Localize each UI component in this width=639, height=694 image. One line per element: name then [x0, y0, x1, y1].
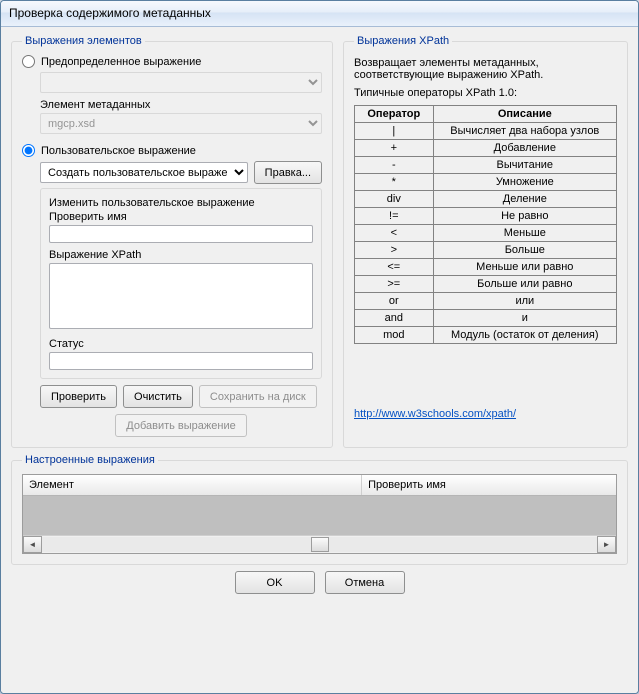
scroll-right-button[interactable]: ►: [597, 536, 616, 553]
desc-cell: Вычисляет два набора узлов: [433, 123, 616, 140]
xpath-label: Выражение XPath: [49, 249, 313, 261]
op-cell: +: [355, 140, 434, 157]
table-row: >=Больше или равно: [355, 276, 617, 293]
xpath-expressions-legend: Выражения XPath: [354, 35, 452, 47]
element-expressions-legend: Выражения элементов: [22, 35, 145, 47]
table-row: divДеление: [355, 191, 617, 208]
table-row: <Меньше: [355, 225, 617, 242]
op-cell: -: [355, 157, 434, 174]
configured-list[interactable]: Элемент Проверить имя ◄ ►: [22, 474, 617, 554]
table-row: *Умножение: [355, 174, 617, 191]
scroll-track[interactable]: [42, 537, 597, 552]
op-cell: >=: [355, 276, 434, 293]
table-row: orили: [355, 293, 617, 310]
add-row: Добавить выражение: [40, 414, 322, 437]
horizontal-scrollbar[interactable]: ◄ ►: [23, 535, 616, 553]
desc-cell: или: [433, 293, 616, 310]
desc-cell: Не равно: [433, 208, 616, 225]
predefined-radio[interactable]: [22, 55, 35, 68]
predefined-select: [40, 72, 322, 93]
op-cell: *: [355, 174, 434, 191]
desc-cell: Меньше: [433, 225, 616, 242]
edit-custom-legend: Изменить пользовательское выражение: [49, 197, 313, 209]
custom-label: Пользовательское выражение: [41, 145, 196, 157]
desc-cell: Больше или равно: [433, 276, 616, 293]
window-title: Проверка содержимого метаданных: [9, 6, 211, 20]
col-check-name[interactable]: Проверить имя: [362, 475, 616, 495]
table-row: <=Меньше или равно: [355, 259, 617, 276]
configured-expressions-group: Настроенные выражения Элемент Проверить …: [11, 454, 628, 565]
table-row: >Больше: [355, 242, 617, 259]
scroll-thumb[interactable]: [311, 537, 329, 552]
xpath-ops-caption: Типичные операторы XPath 1.0:: [354, 87, 617, 99]
desc-cell: Больше: [433, 242, 616, 259]
configured-header: Элемент Проверить имя: [23, 475, 616, 496]
op-cell: and: [355, 310, 434, 327]
desc-cell: Умножение: [433, 174, 616, 191]
xpath-expressions-group: Выражения XPath Возвращает элементы мета…: [343, 35, 628, 448]
verify-row: Проверить Очистить Сохранить на диск: [40, 385, 322, 408]
dialog-footer: OK Отмена: [11, 571, 628, 594]
desc-cell: Вычитание: [433, 157, 616, 174]
status-input[interactable]: [49, 352, 313, 370]
xpath-description: Возвращает элементы метаданных, соответс…: [354, 57, 617, 81]
scroll-left-button[interactable]: ◄: [23, 536, 42, 553]
w3schools-link[interactable]: http://www.w3schools.com/xpath/: [354, 408, 516, 420]
table-row: -Вычитание: [355, 157, 617, 174]
clear-button[interactable]: Очистить: [123, 385, 193, 408]
metadata-element-select: mgcp.xsd: [40, 113, 322, 134]
check-name-label: Проверить имя: [49, 211, 313, 223]
desc-cell: Деление: [433, 191, 616, 208]
op-cell: |: [355, 123, 434, 140]
check-name-input[interactable]: [49, 225, 313, 243]
table-row: !=Не равно: [355, 208, 617, 225]
operators-table: Оператор Описание |Вычисляет два набора …: [354, 105, 617, 344]
metadata-element-label: Элемент метаданных: [40, 99, 322, 111]
op-cell: <: [355, 225, 434, 242]
predefined-label: Предопределенное выражение: [41, 56, 201, 68]
custom-radio-row: Пользовательское выражение: [22, 144, 322, 157]
op-cell: mod: [355, 327, 434, 344]
element-expressions-group: Выражения элементов Предопределенное выр…: [11, 35, 333, 448]
dialog-window: Проверка содержимого метаданных Выражени…: [0, 0, 639, 694]
th-operator: Оператор: [355, 106, 434, 123]
predefined-radio-row: Предопределенное выражение: [22, 55, 322, 68]
verify-button[interactable]: Проверить: [40, 385, 117, 408]
table-row: |Вычисляет два набора узлов: [355, 123, 617, 140]
cancel-button[interactable]: Отмена: [325, 571, 405, 594]
configured-expressions-legend: Настроенные выражения: [22, 454, 158, 466]
desc-cell: Меньше или равно: [433, 259, 616, 276]
client-area: Выражения элементов Предопределенное выр…: [1, 27, 638, 694]
desc-cell: Добавление: [433, 140, 616, 157]
status-label: Статус: [49, 338, 313, 350]
table-row: andи: [355, 310, 617, 327]
op-cell: <=: [355, 259, 434, 276]
desc-cell: и: [433, 310, 616, 327]
ok-button[interactable]: OK: [235, 571, 315, 594]
op-cell: div: [355, 191, 434, 208]
col-element[interactable]: Элемент: [23, 475, 362, 495]
table-row: modМодуль (остаток от деления): [355, 327, 617, 344]
op-cell: !=: [355, 208, 434, 225]
title-bar[interactable]: Проверка содержимого метаданных: [1, 1, 638, 27]
op-cell: >: [355, 242, 434, 259]
edit-button[interactable]: Правка...: [254, 161, 322, 184]
custom-radio[interactable]: [22, 144, 35, 157]
custom-expression-select[interactable]: Создать пользовательское выражен: [40, 162, 248, 183]
desc-cell: Модуль (остаток от деления): [433, 327, 616, 344]
op-cell: or: [355, 293, 434, 310]
table-row: +Добавление: [355, 140, 617, 157]
add-expression-button: Добавить выражение: [115, 414, 246, 437]
save-to-disk-button: Сохранить на диск: [199, 385, 317, 408]
edit-custom-group: Изменить пользовательское выражение Пров…: [40, 188, 322, 379]
xpath-textarea[interactable]: [49, 263, 313, 329]
th-description: Описание: [433, 106, 616, 123]
